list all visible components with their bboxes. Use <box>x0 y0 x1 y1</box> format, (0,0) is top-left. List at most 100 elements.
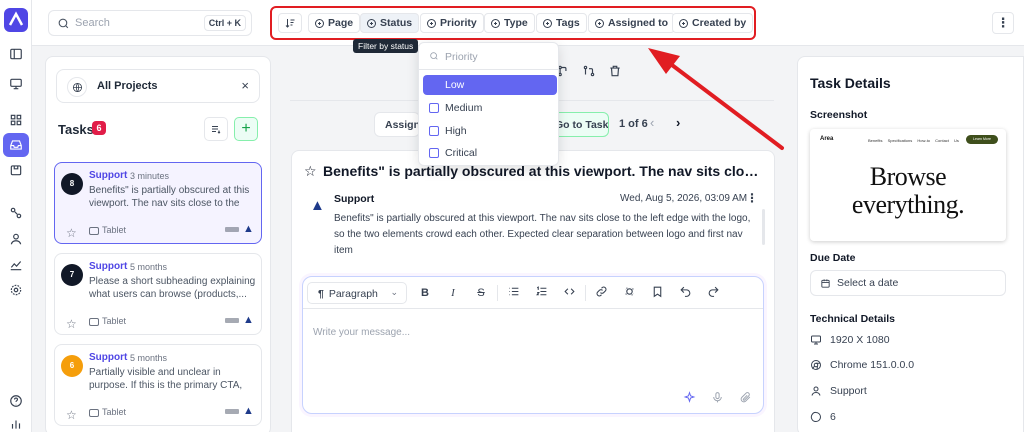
thumb-button: Learn More <box>966 135 998 144</box>
star-icon[interactable]: ☆ <box>66 408 77 422</box>
link-icon[interactable] <box>593 285 609 301</box>
monitor-icon[interactable] <box>6 74 26 94</box>
os-row: 6 <box>810 411 836 423</box>
bold-icon[interactable]: B <box>417 285 433 301</box>
app-logo[interactable] <box>4 8 28 32</box>
option-high[interactable]: High <box>423 121 557 141</box>
project-name: All Projects <box>97 80 158 92</box>
unlink-icon[interactable] <box>621 285 637 301</box>
project-selector[interactable]: All Projects × <box>56 69 260 103</box>
microphone-icon[interactable] <box>711 391 725 405</box>
message-editor[interactable]: ¶ Paragraph ⌄ B I S Write your message... <box>302 276 764 414</box>
os-icon <box>810 411 821 423</box>
task-actions <box>556 64 622 83</box>
chevron-right-icon[interactable]: › <box>676 115 680 130</box>
star-icon[interactable]: ☆ <box>66 226 77 240</box>
task-description: Partially visible and unclear in purpose… <box>89 367 243 391</box>
left-rail <box>0 0 32 432</box>
message-menu-button[interactable]: ⋮ <box>746 191 758 205</box>
clear-project-icon[interactable]: × <box>241 78 249 93</box>
chip-label: Tags <box>556 17 580 29</box>
add-task-button[interactable]: + <box>234 117 258 141</box>
chip-label: Created by <box>692 17 747 29</box>
list-view-button[interactable] <box>204 117 228 141</box>
sort-button[interactable] <box>278 13 302 33</box>
os-value: 6 <box>830 411 836 423</box>
dropdown-search-input[interactable]: Priority <box>429 51 478 63</box>
option-medium[interactable]: Medium <box>423 98 557 118</box>
option-label: Medium <box>445 102 483 114</box>
tablet-icon <box>89 318 99 326</box>
chip-label: Status <box>380 17 413 29</box>
checkbox[interactable] <box>429 103 439 113</box>
filter-chip-tags[interactable]: Tags <box>536 13 587 33</box>
assign-button[interactable]: Assign <box>374 112 420 137</box>
reporter-value: Support <box>830 385 867 397</box>
ai-sparkle-icon[interactable] <box>683 391 697 405</box>
option-low[interactable]: Low <box>423 75 557 95</box>
filter-chip-assigned-to[interactable]: Assigned to <box>588 13 676 33</box>
calendar-icon[interactable] <box>6 160 26 180</box>
message-date: Wed, Aug 5, 2026, 03:09 AM <box>620 193 748 204</box>
task-card[interactable]: 7 Support 5 months Please a short subhea… <box>54 253 262 335</box>
trash-icon[interactable] <box>608 64 622 83</box>
bookmark-icon[interactable] <box>649 285 665 301</box>
brand-logo <box>225 227 239 232</box>
screenshot-thumbnail[interactable]: Area Benefits Specifications How-to Cont… <box>810 129 1006 241</box>
option-label: Critical <box>445 147 478 159</box>
help-icon[interactable] <box>6 391 26 411</box>
integrations-icon[interactable] <box>6 203 26 223</box>
checkbox[interactable] <box>429 148 439 158</box>
plus-circle-icon <box>491 18 500 28</box>
task-card[interactable]: 6 Support 5 months Partially visible and… <box>54 344 262 426</box>
filter-chip-type[interactable]: Type <box>484 13 535 33</box>
technical-details-label: Technical Details <box>810 313 896 325</box>
task-time: 5 months <box>130 262 168 272</box>
undo-icon[interactable] <box>677 285 693 301</box>
paragraph-select[interactable]: ¶ Paragraph ⌄ <box>307 282 407 304</box>
star-icon[interactable]: ☆ <box>66 317 77 331</box>
sort-icon <box>285 19 295 28</box>
go-to-task-label: Go to Task <box>555 119 609 131</box>
stats-icon[interactable] <box>6 414 26 432</box>
due-date-placeholder: Select a date <box>837 277 899 289</box>
filter-chip-created-by[interactable]: Created by <box>672 13 754 33</box>
grid-icon[interactable] <box>6 110 26 130</box>
attachment-icon[interactable] <box>739 391 753 405</box>
analytics-icon[interactable] <box>6 255 26 275</box>
star-icon[interactable]: ☆ <box>304 163 317 180</box>
message-placeholder: Write your message... <box>313 327 411 338</box>
checkbox[interactable] <box>429 126 439 136</box>
search-input[interactable]: Search Ctrl + K <box>48 10 252 36</box>
pull-request-icon[interactable] <box>582 64 596 83</box>
filter-chip-priority[interactable]: Priority <box>420 13 484 33</box>
option-critical[interactable]: Critical <box>423 143 557 163</box>
user-icon[interactable] <box>6 229 26 249</box>
scrollbar[interactable] <box>762 209 765 245</box>
filter-chip-page[interactable]: Page <box>308 13 361 33</box>
chip-label: Priority <box>440 17 477 29</box>
tasks-panel: All Projects × Tasks 6 + 8 Support 3 min… <box>45 56 271 432</box>
message-author: Support <box>334 193 375 205</box>
message-body: Benefits" is partially obscured at this … <box>334 213 751 256</box>
code-icon[interactable] <box>561 285 577 301</box>
numbered-list-icon[interactable] <box>533 285 549 301</box>
filter-chip-status[interactable]: Status <box>360 13 420 33</box>
chevron-left-icon[interactable]: ‹ <box>650 115 654 130</box>
due-date-label: Due Date <box>810 252 856 264</box>
redo-icon[interactable] <box>705 285 721 301</box>
chip-label: Assigned to <box>608 17 669 29</box>
bullet-list-icon[interactable] <box>505 285 521 301</box>
task-card[interactable]: 8 Support 3 minutes Benefits" is partial… <box>54 162 262 244</box>
due-date-input[interactable]: Select a date <box>810 270 1006 296</box>
more-options-button[interactable]: ⋮ <box>992 12 1014 34</box>
search-placeholder: Search <box>75 17 110 29</box>
italic-icon[interactable]: I <box>445 285 461 301</box>
sidebar-toggle-icon[interactable] <box>6 44 26 64</box>
app-mark-icon: ▲ <box>243 405 254 417</box>
inbox-icon[interactable] <box>3 133 29 157</box>
search-icon <box>430 52 438 60</box>
settings-icon[interactable] <box>6 280 26 300</box>
globe-icon <box>67 77 87 97</box>
strikethrough-icon[interactable]: S <box>473 285 489 301</box>
